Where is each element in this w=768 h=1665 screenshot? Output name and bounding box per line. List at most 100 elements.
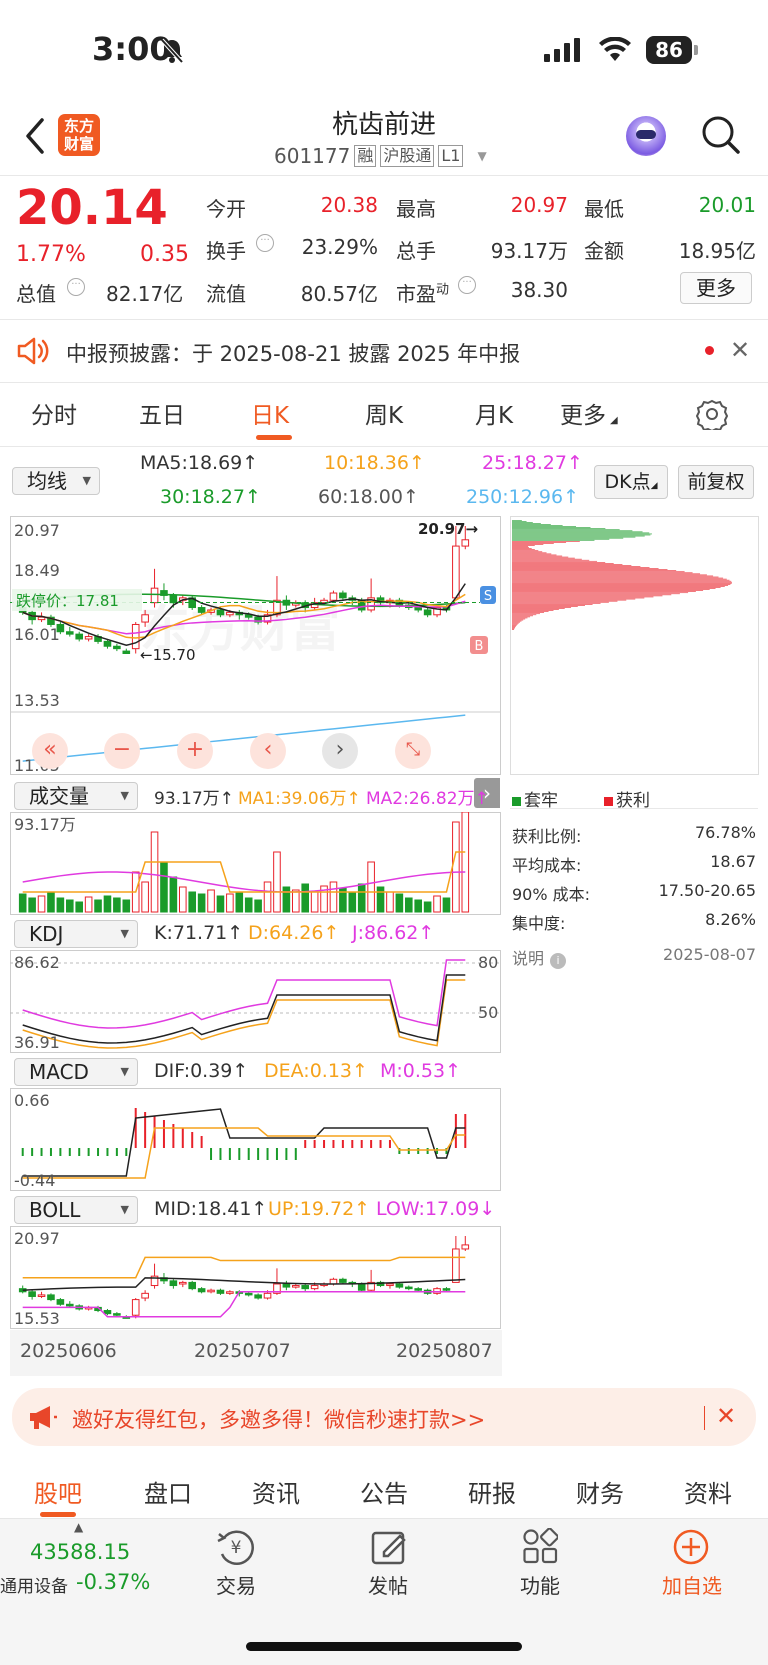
volume-bar xyxy=(150,831,159,913)
chip-bar xyxy=(512,616,531,618)
chip-bar xyxy=(512,533,652,535)
function-label[interactable]: 功能 xyxy=(510,1570,570,1599)
chip-bar xyxy=(512,595,663,597)
home-indicator xyxy=(246,1642,522,1651)
pe-value: 38.30 xyxy=(510,278,568,302)
indicator-select-volume[interactable]: 成交量 ▼ xyxy=(14,782,138,810)
stock-code-row[interactable]: 601177 融 沪股通 L1 ▼ xyxy=(274,144,487,168)
tag-hk-connect: 沪股通 xyxy=(380,145,435,167)
notice-text[interactable]: 中报预披露：于 2025-08-21 披露 2025 年中报 xyxy=(66,338,520,368)
add-watchlist-label[interactable]: 加自选 xyxy=(650,1570,734,1599)
chip-bar xyxy=(512,553,552,555)
boll-candle-body xyxy=(310,1285,319,1290)
chip-note[interactable]: 说明 i xyxy=(512,945,567,969)
candle-body xyxy=(84,636,93,640)
chip-bar xyxy=(512,581,732,583)
chip-bar xyxy=(512,598,636,600)
settings-gear-icon[interactable] xyxy=(696,398,728,430)
tab-announcements[interactable]: 公告 xyxy=(326,1474,442,1509)
kdj-d: D:64.26↑ xyxy=(248,922,340,944)
volume-bar xyxy=(160,861,168,913)
search-icon[interactable] xyxy=(700,114,742,156)
chip-bar xyxy=(512,591,696,592)
candle-body xyxy=(197,607,206,613)
indicator-select-boll[interactable]: BOLL ▼ xyxy=(14,1196,138,1224)
zoom-out-icon[interactable]: − xyxy=(104,733,140,769)
more-button[interactable]: 更多 xyxy=(680,272,752,304)
chip-bar xyxy=(512,612,545,613)
y-label-3: 16.01 xyxy=(14,625,60,644)
tab-research[interactable]: 研报 xyxy=(434,1474,550,1509)
tab-monthly-k[interactable]: 月K xyxy=(440,396,548,430)
indicator-select-macd[interactable]: MACD ▼ xyxy=(14,1058,138,1086)
tab-weekly-k[interactable]: 周K xyxy=(330,396,438,430)
chip-bar xyxy=(512,587,721,588)
dk-point-button[interactable]: DK点◢ xyxy=(594,465,668,499)
volume-bar xyxy=(47,891,55,913)
silent-bell-icon xyxy=(160,38,184,64)
close-icon[interactable]: ✕ xyxy=(730,336,750,364)
chip-bar xyxy=(512,521,527,522)
indicator-select-kdj[interactable]: KDJ ▼ xyxy=(14,920,138,948)
chip-bar xyxy=(512,538,610,540)
tab-forum[interactable]: 股吧 xyxy=(0,1474,116,1509)
change-pct: 1.77% xyxy=(16,242,86,267)
date-label: 20250807 xyxy=(396,1340,493,1362)
trade-label[interactable]: 交易 xyxy=(206,1570,266,1599)
info-icon[interactable]: ··· xyxy=(67,278,85,296)
chip-bar xyxy=(512,577,724,579)
scroll-left-icon[interactable]: ‹ xyxy=(250,733,286,769)
low-value: 20.01 xyxy=(698,193,756,217)
rewind-icon[interactable]: « xyxy=(32,733,68,769)
boll-candle-body xyxy=(188,1281,197,1290)
volume-bar xyxy=(273,851,281,913)
chip-bar xyxy=(512,551,543,553)
chip-row-value: 18.67 xyxy=(710,852,756,871)
open-value: 20.38 xyxy=(320,193,378,217)
boll-candle-body xyxy=(197,1288,206,1293)
scroll-right-icon[interactable]: › xyxy=(322,733,358,769)
robot-avatar-icon[interactable] xyxy=(626,116,666,156)
chip-bar xyxy=(512,629,515,630)
indicator-select-ma[interactable]: 均线 ▼ xyxy=(12,467,100,495)
min-price-label: ←15.70 xyxy=(140,646,196,664)
tab-finance[interactable]: 财务 xyxy=(542,1474,658,1509)
divider xyxy=(0,446,768,447)
macd-dea: DEA:0.13↑ xyxy=(264,1060,368,1082)
post-label[interactable]: 发帖 xyxy=(358,1570,418,1599)
boll-candle-body xyxy=(461,1244,470,1250)
tab-daily-k[interactable]: 日K xyxy=(216,396,324,430)
kdj-k: K:71.71↑ xyxy=(154,922,244,944)
add-watchlist-icon[interactable] xyxy=(672,1528,710,1566)
chip-bar xyxy=(512,552,547,554)
tab-profile[interactable]: 资料 xyxy=(650,1474,766,1509)
high-value: 20.97 xyxy=(510,193,568,217)
zoom-in-icon[interactable]: + xyxy=(177,733,213,769)
tab-intraday[interactable]: 分时 xyxy=(0,396,108,430)
boll-candle-body xyxy=(207,1289,215,1293)
tab-five-day[interactable]: 五日 xyxy=(108,396,216,430)
chip-bar xyxy=(512,584,731,585)
adjust-button[interactable]: 前复权 xyxy=(678,465,754,499)
chip-bar xyxy=(512,554,557,556)
tab-order-book[interactable]: 盘口 xyxy=(110,1474,226,1509)
candle-body xyxy=(414,607,423,611)
index-value[interactable]: 43588.15 xyxy=(30,1540,130,1564)
index-caret-icon: ▲ xyxy=(74,1520,84,1534)
trade-yuan-icon[interactable]: ¥ xyxy=(216,1528,256,1566)
chip-bar xyxy=(512,534,651,536)
tab-more[interactable]: 更多 ◢ xyxy=(560,396,618,430)
tab-news[interactable]: 资讯 xyxy=(218,1474,334,1509)
candle-body xyxy=(150,587,159,604)
chip-bar xyxy=(512,596,654,598)
post-edit-icon[interactable] xyxy=(370,1528,408,1566)
chip-bar xyxy=(512,549,535,550)
volume-bar xyxy=(263,881,272,913)
close-banner-icon[interactable]: ✕ xyxy=(716,1402,736,1430)
function-grid-icon[interactable] xyxy=(522,1528,558,1564)
fullscreen-icon[interactable]: ⤡ xyxy=(395,733,431,769)
promo-text[interactable]: 邀好友得红包，多邀多得！微信秒速打款>> xyxy=(72,1404,485,1434)
boll-candle-body xyxy=(386,1283,394,1287)
chip-bar xyxy=(512,543,554,544)
kdj-j: J:86.62↑ xyxy=(352,922,435,944)
